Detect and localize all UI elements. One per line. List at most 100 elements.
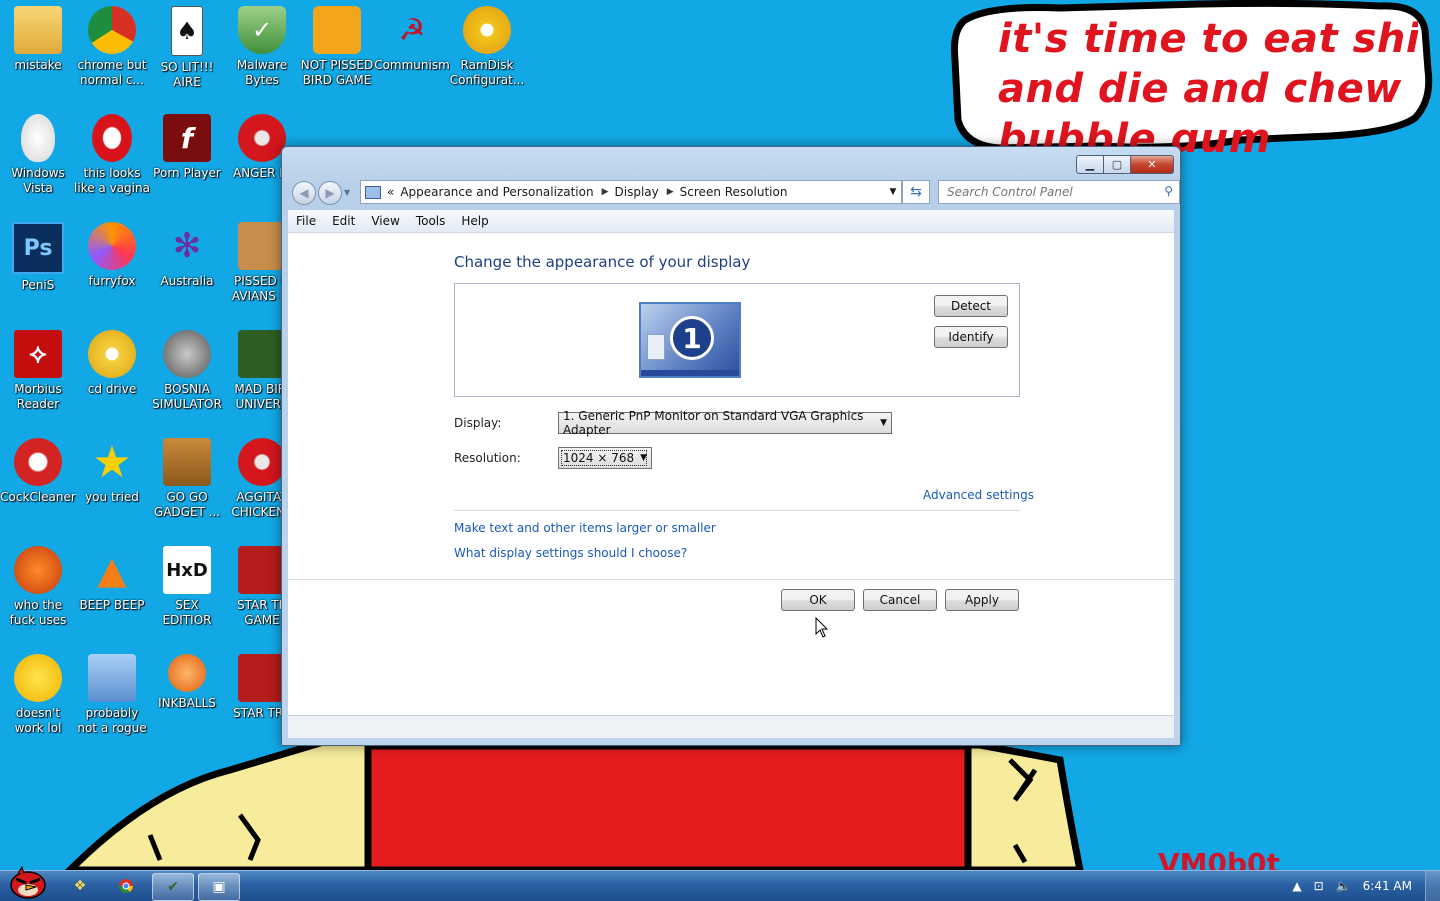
cancel-button[interactable]: Cancel (863, 589, 937, 611)
flash-icon: f (163, 114, 211, 162)
control-panel-taskbar-button[interactable]: ✔ (152, 873, 194, 901)
breadcrumb-screen-resolution[interactable]: Screen Resolution (680, 185, 788, 199)
desktop-icon-label: Windows Vista (11, 166, 65, 195)
show-hidden-icons-icon[interactable]: ▲ (1292, 879, 1301, 893)
desktop-icon[interactable]: furryfox (74, 216, 150, 289)
desktop-icon[interactable]: BOSNIA SIMULATOR (149, 324, 225, 412)
search-box[interactable]: ⚲ (938, 180, 1180, 204)
refresh-button[interactable]: ⇆ (902, 180, 930, 204)
detect-button[interactable]: Detect (934, 295, 1008, 317)
identify-button[interactable]: Identify (934, 326, 1008, 348)
refresh-icon: ⇆ (910, 184, 922, 200)
desktop-icon-label: GO GO GADGET ... (153, 490, 221, 519)
control-panel-icon: ✔ (167, 879, 179, 895)
text-size-link[interactable]: Make text and other items larger or smal… (454, 521, 716, 535)
minimize-button[interactable]: ▁ (1076, 155, 1104, 174)
desktop-icon-label: Malware Bytes (236, 58, 288, 87)
display-settings-help-link[interactable]: What display settings should I choose? (454, 546, 687, 560)
volume-icon[interactable]: 🔈 (1336, 879, 1351, 893)
desktop-icon[interactable]: ✻ Australia (149, 216, 225, 289)
menu-tools[interactable]: Tools (408, 214, 454, 228)
address-dropdown-icon[interactable]: ▼ (885, 181, 901, 203)
explorer-taskbar-button[interactable]: ❖ (60, 873, 100, 899)
desktop-icon[interactable]: Ps PeniS (0, 216, 76, 293)
desktop-icon-label: you tried (85, 490, 139, 504)
breadcrumb-appearance[interactable]: Appearance and Personalization (400, 185, 593, 199)
desktop-icon-label: doesn't work lol (14, 706, 62, 735)
desktop-icon-label: NOT PISSED BIRD GAME (300, 58, 374, 87)
desktop-icon[interactable]: GO GO GADGET ... (149, 432, 225, 520)
show-desktop-button[interactable] (1425, 871, 1440, 901)
desktop-icon[interactable]: ☭ Communism (374, 0, 450, 73)
clock[interactable]: 6:41 AM (1363, 879, 1412, 893)
breadcrumb-separator-icon[interactable]: ▶ (602, 187, 609, 197)
folder-computer-icon (14, 6, 62, 54)
screen-resolution-window[interactable]: ▁ ▢ ✕ ◀ ▶ ▼ « Appearance and Personaliza… (281, 146, 1181, 746)
desktop-icon[interactable]: mistake (0, 0, 76, 73)
watermark-text: VM0b0t (1158, 847, 1280, 870)
desktop-icon[interactable]: CockCleaner (0, 432, 76, 505)
back-button[interactable]: ◀ (292, 181, 316, 205)
address-bar[interactable]: « Appearance and Personalization ▶ Displ… (360, 180, 902, 204)
desktop-icon[interactable]: this looks like a vagina lol (74, 108, 150, 198)
menu-view[interactable]: View (363, 214, 407, 228)
forward-button[interactable]: ▶ (318, 181, 342, 205)
minesweeper-icon (163, 330, 211, 378)
search-input[interactable] (945, 181, 1149, 203)
display-settings-taskbar-button[interactable]: ▣ (198, 873, 240, 901)
system-tray: ▲ ⊡ 🔈 6:41 AM (1280, 871, 1440, 901)
resolution-select[interactable]: 1024 × 768 ▼ (558, 447, 652, 469)
cd-icon (88, 330, 136, 378)
forward-arrow-icon: ▶ (325, 186, 335, 200)
breadcrumb-separator-icon[interactable]: ▶ (667, 187, 674, 197)
desktop-icon[interactable]: ♠ SO LIT!!! AIRE (149, 0, 225, 90)
desktop-icon[interactable]: who the fuck uses this (0, 540, 76, 630)
desktop-icon-label: this looks like a vagina lol (74, 166, 150, 198)
monitor-1-thumbnail[interactable]: 1 (639, 302, 741, 378)
monitor-preview-area: 1 Detect Identify (454, 283, 1020, 397)
divider (454, 510, 1020, 511)
apply-button[interactable]: Apply (945, 589, 1019, 611)
desktop-icon[interactable]: f Porn Player (149, 108, 225, 181)
network-icon[interactable]: ⊡ (1314, 879, 1324, 893)
recent-pages-chevron-icon[interactable]: ▼ (344, 188, 350, 197)
desktop-icon[interactable]: cd drive (74, 324, 150, 397)
advanced-settings-link[interactable]: Advanced settings (923, 488, 1034, 502)
start-button[interactable] (4, 865, 52, 899)
desktop-icon-label: cd drive (87, 382, 137, 396)
acrobat-icon: ⟡ (14, 330, 62, 378)
desktop-icon[interactable]: doesn't work lol (0, 648, 76, 736)
desktop-icon[interactable]: INKBALLS (149, 648, 225, 711)
angry-bird-icon (238, 114, 286, 162)
desktop-icon[interactable]: HxD SEX EDITIOR (149, 540, 225, 628)
breadcrumb-overflow-icon[interactable]: « (387, 185, 394, 199)
desktop-icon[interactable]: Windows Vista (0, 108, 76, 196)
desktop-icon[interactable]: ▲ BEEP BEEP (74, 540, 150, 613)
desktop-icon[interactable]: chrome but normal c... (74, 0, 150, 88)
desktop-icon[interactable]: NOT PISSED BIRD GAME (299, 0, 375, 88)
breadcrumb-display[interactable]: Display (615, 185, 659, 199)
search-icon[interactable]: ⚲ (1164, 184, 1173, 198)
menu-edit[interactable]: Edit (324, 214, 363, 228)
desktop-icon[interactable]: ✓ Malware Bytes (224, 0, 300, 88)
desktop-icon[interactable]: probably not a rogue (74, 648, 150, 736)
menu-help[interactable]: Help (453, 214, 496, 228)
desktop-icon[interactable]: ⟡ Morbius Reader (0, 324, 76, 412)
desktop-icon[interactable]: RamDisk Configurat... (449, 0, 525, 88)
hammer-sickle-icon: ☭ (398, 12, 426, 48)
maximize-button[interactable]: ▢ (1104, 155, 1131, 174)
close-button[interactable]: ✕ (1131, 155, 1174, 174)
taskbar: ❖ ✔ ▣ ▲ ⊡ 🔈 6:41 AM (0, 865, 1440, 901)
navigation-bar: ◀ ▶ ▼ « Appearance and Personalization ▶… (290, 178, 1180, 206)
ok-button[interactable]: OK (781, 589, 855, 611)
chrome-taskbar-button[interactable] (106, 873, 146, 899)
desktop-icon-label: PeniS (21, 278, 55, 292)
desktop-icon[interactable]: ★ you tried (74, 432, 150, 505)
taskbar-thumbnail (641, 370, 739, 376)
briefcase-icon (163, 438, 211, 486)
menu-file[interactable]: File (288, 214, 324, 228)
vlc-icon: ▲ (97, 547, 127, 592)
button-footer (288, 579, 1174, 716)
display-select[interactable]: 1. Generic PnP Monitor on Standard VGA G… (558, 409, 892, 437)
display-label: Display: (454, 416, 502, 430)
